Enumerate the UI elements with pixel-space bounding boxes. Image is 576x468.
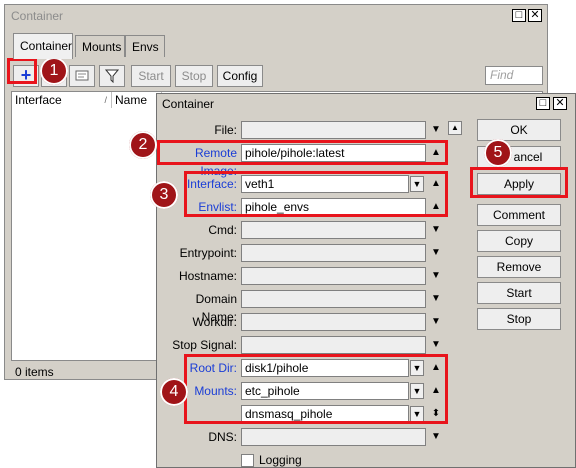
dns-field[interactable] — [241, 428, 426, 446]
tab-mounts[interactable]: Mounts — [75, 35, 125, 57]
start-button[interactable]: Start — [477, 282, 561, 304]
maximize-button[interactable]: □ — [512, 9, 526, 22]
dns-dropdown-icon[interactable]: ▼ — [429, 428, 443, 446]
entrypoint-field[interactable] — [241, 244, 426, 262]
close-button[interactable]: ✕ — [528, 9, 542, 22]
comment-button[interactable] — [69, 65, 95, 87]
entrypoint-label: Entrypoint: — [179, 246, 237, 260]
hostname-label: Hostname: — [178, 269, 237, 283]
dialog-maximize-button[interactable]: □ — [536, 97, 550, 110]
close-icon: ✕ — [530, 9, 540, 21]
stop-signal-label: Stop Signal: — [172, 338, 237, 352]
dialog-title: Container — [162, 97, 215, 111]
annotation-badge-1: 1 — [40, 57, 68, 85]
file-dropdown-icon[interactable]: ▼ — [429, 121, 443, 139]
ok-button[interactable]: OK — [477, 119, 561, 141]
hostname-field[interactable] — [241, 267, 426, 285]
annotation-badge-3: 3 — [150, 181, 178, 209]
tab-container[interactable]: Container — [13, 33, 73, 59]
filter-icon — [104, 69, 120, 84]
maximize-icon: □ — [515, 9, 523, 21]
workdir-field[interactable] — [241, 313, 426, 331]
remove-button[interactable]: Remove — [477, 256, 561, 278]
stop-button[interactable]: Stop — [477, 308, 561, 330]
annotation-badge-4: 4 — [160, 378, 188, 406]
comment-button[interactable]: Comment — [477, 204, 561, 226]
highlight-root-dir-mounts — [184, 354, 448, 424]
file-label: File: — [214, 123, 237, 137]
maximize-icon: □ — [539, 97, 547, 109]
workdir-dropdown-icon[interactable]: ▼ — [429, 313, 443, 331]
toolbar: + − Start Stop Config Find — [11, 63, 543, 89]
dialog-titlebar: Container □ ✕ — [157, 94, 575, 114]
scroll-up-icon[interactable]: ▲ — [448, 121, 462, 135]
column-label-interface: Interface — [15, 93, 62, 107]
sort-icon: / — [104, 95, 107, 105]
cmd-field[interactable] — [241, 221, 426, 239]
stop-signal-dropdown-icon[interactable]: ▼ — [429, 336, 443, 354]
container-window-titlebar: Container □ ✕ — [5, 5, 547, 27]
stop-button[interactable]: Stop — [175, 65, 213, 87]
annotation-badge-2: 2 — [129, 131, 157, 159]
entrypoint-dropdown-icon[interactable]: ▼ — [429, 244, 443, 262]
column-header-interface[interactable]: Interface / — [12, 92, 112, 108]
domain-name-dropdown-icon[interactable]: ▼ — [429, 290, 443, 308]
highlight-interface-envlist — [184, 171, 448, 217]
logging-label: Logging — [259, 453, 302, 467]
column-header-name[interactable]: Name — [112, 92, 162, 108]
highlight-apply-button — [470, 167, 568, 198]
logging-checkbox[interactable] — [241, 454, 254, 467]
highlight-add-button — [7, 58, 37, 84]
stop-signal-field[interactable] — [241, 336, 426, 354]
workdir-label: Workdir: — [192, 315, 237, 329]
annotation-badge-5: 5 — [484, 139, 512, 167]
close-icon: ✕ — [555, 97, 565, 109]
config-button[interactable]: Config — [217, 65, 263, 87]
window-title: Container — [11, 9, 64, 23]
highlight-remote-image — [157, 140, 448, 165]
hostname-dropdown-icon[interactable]: ▼ — [429, 267, 443, 285]
domain-name-field[interactable] — [241, 290, 426, 308]
cmd-dropdown-icon[interactable]: ▼ — [429, 221, 443, 239]
find-input[interactable]: Find — [485, 66, 543, 85]
dialog-close-button[interactable]: ✕ — [553, 97, 567, 110]
file-field[interactable] — [241, 121, 426, 139]
start-button[interactable]: Start — [131, 65, 171, 87]
tab-envs[interactable]: Envs — [125, 35, 165, 57]
cmd-label: Cmd: — [208, 223, 237, 237]
dns-label: DNS: — [208, 430, 237, 444]
copy-button[interactable]: Copy — [477, 230, 561, 252]
filter-button[interactable] — [99, 65, 125, 87]
comment-icon — [75, 70, 89, 81]
